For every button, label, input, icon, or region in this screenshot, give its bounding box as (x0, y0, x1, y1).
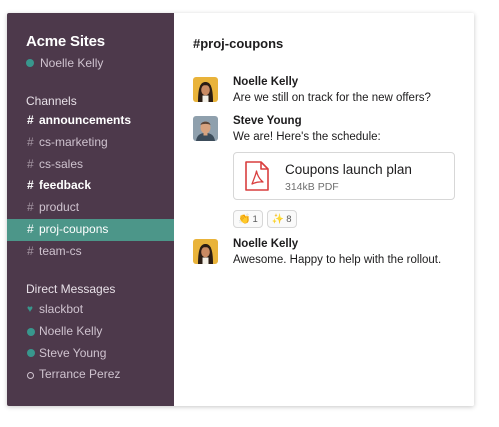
file-meta: 314kB PDF (285, 181, 339, 193)
channel-list: # announcements # cs-marketing # cs-sale… (7, 110, 174, 263)
heart-icon: ♥ (27, 303, 33, 315)
avatar[interactable] (193, 77, 218, 102)
message-text: Are we still on track for the new offers… (233, 92, 431, 104)
reactions: 👏 1 ✨ 8 (233, 210, 297, 228)
sidebar-item-slackbot[interactable]: ♥ slackbot (7, 299, 174, 321)
sidebar-item-steve-young[interactable]: Steve Young (7, 343, 174, 365)
dm-label: Noelle Kelly (39, 323, 103, 338)
message-author[interactable]: Steve Young (233, 115, 302, 127)
avatar[interactable] (193, 116, 218, 141)
pdf-icon (244, 161, 270, 196)
channel-label: feedback (39, 178, 92, 193)
channel-label: cs-sales (39, 156, 84, 171)
sidebar-item-noelle-kelly[interactable]: Noelle Kelly (7, 321, 174, 343)
file-name: Coupons launch plan (285, 162, 412, 177)
dm-label: slackbot (39, 302, 84, 316)
online-status-icon (27, 327, 39, 336)
sidebar-item-cs-sales[interactable]: # cs-sales (7, 154, 174, 176)
hash-icon: # (27, 243, 34, 258)
direct-messages-heading[interactable]: Direct Messages (26, 282, 115, 296)
reaction-count: 8 (286, 213, 292, 225)
online-status-icon (27, 349, 39, 358)
reaction-sparkles[interactable]: ✨ 8 (266, 210, 297, 228)
sidebar-item-cs-marketing[interactable]: # cs-marketing (7, 132, 174, 154)
clap-emoji-icon: 👏 (238, 213, 251, 225)
workspace-user-name: Noelle Kelly (40, 56, 104, 70)
dm-label: Terrance Perez (39, 367, 121, 382)
channel-label: team-cs (39, 243, 82, 258)
avatar[interactable] (193, 239, 218, 264)
hash-icon: # (27, 134, 34, 149)
reaction-clap[interactable]: 👏 1 (233, 210, 263, 228)
sidebar-item-announcements[interactable]: # announcements (7, 110, 174, 132)
message-author[interactable]: Noelle Kelly (233, 76, 298, 88)
channel-label: product (39, 200, 80, 215)
hash-icon: # (27, 156, 34, 171)
channels-heading[interactable]: Channels (26, 94, 77, 108)
hash-icon: # (27, 221, 34, 236)
workspace-user[interactable]: Noelle Kelly (26, 56, 103, 70)
channel-label: announcements (39, 113, 132, 127)
message-author[interactable]: Noelle Kelly (233, 238, 298, 250)
app-window: Acme Sites Noelle Kelly Channels # annou… (7, 13, 474, 406)
message-text: We are! Here's the schedule: (233, 131, 381, 143)
hash-icon: # (27, 113, 34, 127)
hash-icon: # (27, 200, 34, 215)
sidebar-item-proj-coupons[interactable]: # proj-coupons (7, 218, 174, 241)
workspace-name[interactable]: Acme Sites (26, 33, 105, 50)
sparkles-emoji-icon: ✨ (271, 213, 285, 225)
sidebar-item-team-cs[interactable]: # team-cs (7, 241, 174, 263)
sidebar-item-feedback[interactable]: # feedback (7, 175, 174, 197)
channel-pane: #proj-coupons Noelle Kelly Are we still … (174, 13, 474, 406)
online-status-icon (26, 59, 34, 67)
channel-label: cs-marketing (39, 134, 108, 149)
message-text: Awesome. Happy to help with the rollout. (233, 254, 442, 266)
message: Noelle Kelly Are we still on track for t… (193, 75, 462, 107)
message: Steve Young We are! Here's the schedule:… (193, 114, 462, 234)
sidebar-item-terrance-perez[interactable]: Terrance Perez (7, 364, 174, 386)
message: Noelle Kelly Awesome. Happy to help with… (193, 237, 462, 269)
channel-title: #proj-coupons (193, 36, 284, 51)
file-attachment[interactable]: Coupons launch plan 314kB PDF (233, 152, 455, 200)
sidebar-item-product[interactable]: # product (7, 197, 174, 219)
hash-icon: # (27, 178, 34, 193)
sidebar: Acme Sites Noelle Kelly Channels # annou… (7, 13, 174, 406)
channel-label: proj-coupons (39, 221, 109, 236)
reaction-count: 1 (252, 213, 258, 225)
dm-label: Steve Young (39, 345, 107, 360)
dm-list: ♥ slackbot Noelle Kelly Steve Young Terr… (7, 299, 174, 386)
away-status-icon (27, 371, 39, 379)
